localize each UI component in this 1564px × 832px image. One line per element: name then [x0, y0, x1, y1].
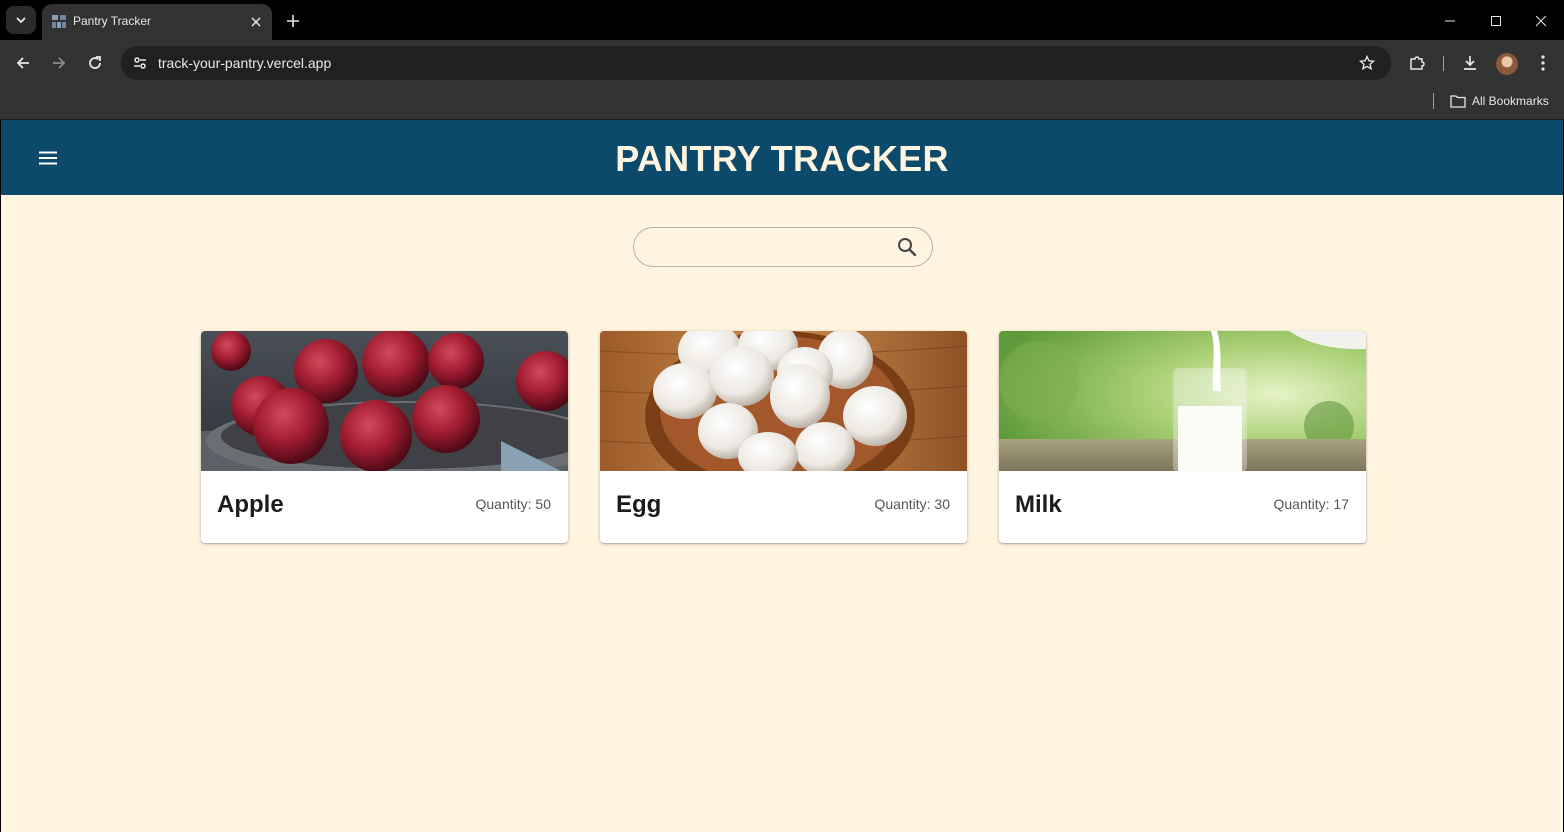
- minimize-button[interactable]: [1437, 8, 1463, 34]
- tab-title: Pantry Tracker: [73, 14, 152, 28]
- item-name: Milk: [1015, 491, 1062, 518]
- bookmarks-bar: All Bookmarks: [0, 86, 1564, 120]
- item-name: Apple: [217, 491, 284, 518]
- reload-button[interactable]: [81, 49, 109, 77]
- profile-avatar[interactable]: [1496, 53, 1518, 75]
- all-bookmarks-label: All Bookmarks: [1472, 94, 1549, 108]
- downloads-button[interactable]: [1456, 49, 1484, 77]
- browser-menu-button[interactable]: [1529, 49, 1557, 77]
- plus-icon: [287, 15, 299, 27]
- page-title: PANTRY TRACKER: [615, 138, 949, 179]
- puzzle-icon: [1410, 56, 1425, 70]
- back-button[interactable]: [9, 49, 37, 77]
- tune-icon: [134, 57, 146, 69]
- tab-search-button[interactable]: [6, 6, 36, 34]
- star-icon: [1359, 55, 1375, 71]
- item-image-egg: [600, 331, 967, 471]
- forward-button[interactable]: [45, 49, 73, 77]
- bookmark-star-button[interactable]: [1355, 51, 1379, 75]
- new-tab-button[interactable]: [280, 8, 306, 34]
- browser-tabstrip: Pantry Tracker: [0, 0, 1564, 40]
- address-bar[interactable]: track-your-pantry.vercel.app: [121, 46, 1391, 80]
- chevron-down-icon: [16, 17, 26, 24]
- item-image-milk: [999, 331, 1366, 471]
- item-quantity: Quantity: 50: [475, 496, 552, 512]
- arrow-right-icon: [53, 57, 66, 69]
- more-vertical-icon: [1541, 55, 1545, 71]
- item-image-apple: [201, 331, 568, 471]
- maximize-icon: [1491, 16, 1501, 26]
- url-text[interactable]: track-your-pantry.vercel.app: [158, 55, 331, 71]
- close-icon: [1535, 15, 1547, 27]
- maximize-button[interactable]: [1483, 8, 1509, 34]
- item-quantity: Quantity: 30: [874, 496, 951, 512]
- app-header: PANTRY TRACKER: [1, 120, 1563, 195]
- arrow-left-icon: [16, 57, 29, 69]
- item-card-egg[interactable]: Egg Quantity: 30: [600, 331, 967, 543]
- download-icon: [1464, 56, 1476, 70]
- toolbar-divider: [1443, 56, 1444, 71]
- page-viewport: PANTRY TRACKER Apple Quantity: 50 Egg Qu…: [1, 120, 1563, 832]
- all-bookmarks-button[interactable]: All Bookmarks: [1450, 91, 1549, 111]
- search-icon[interactable]: [896, 236, 918, 258]
- minimize-icon: [1445, 20, 1455, 22]
- search-input[interactable]: [648, 236, 888, 258]
- folder-icon: [1450, 95, 1466, 108]
- window-close-button[interactable]: [1528, 8, 1554, 34]
- close-icon: [251, 17, 261, 27]
- reload-icon: [89, 56, 101, 69]
- extensions-button[interactable]: [1403, 49, 1431, 77]
- item-name: Egg: [616, 491, 662, 518]
- tab-close-button[interactable]: [246, 12, 266, 32]
- browser-tab-active[interactable]: Pantry Tracker: [42, 4, 272, 40]
- browser-toolbar: track-your-pantry.vercel.app: [0, 40, 1564, 86]
- bookmarks-divider: [1433, 93, 1434, 109]
- item-card-apple[interactable]: Apple Quantity: 50: [201, 331, 568, 543]
- site-info-button[interactable]: [127, 50, 153, 76]
- search-field[interactable]: [633, 227, 933, 267]
- item-quantity: Quantity: 17: [1273, 496, 1350, 512]
- item-card-milk[interactable]: Milk Quantity: 17: [999, 331, 1366, 543]
- pantry-favicon-icon: [52, 15, 66, 28]
